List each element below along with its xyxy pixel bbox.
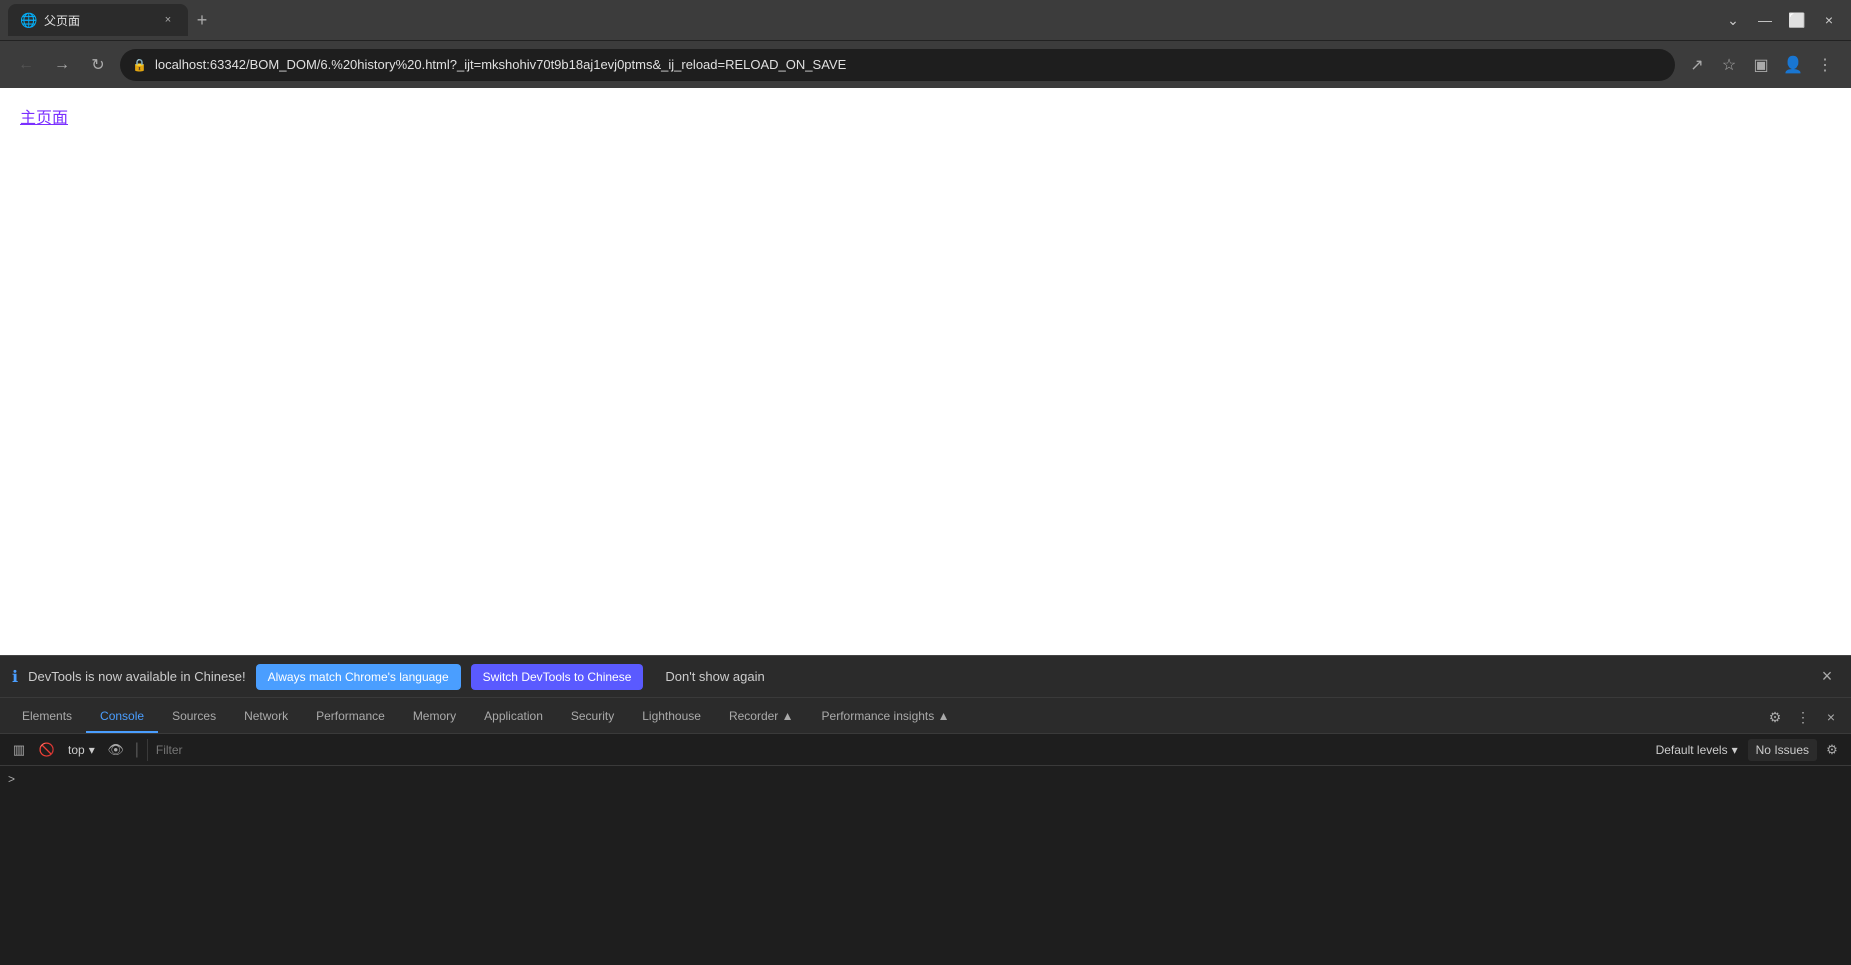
- tab-performance-insights[interactable]: Performance insights ▲: [808, 701, 964, 733]
- toolbar-actions: ↗ ☆ ▣ 👤 ⋮: [1683, 51, 1839, 79]
- console-output[interactable]: >: [0, 766, 1851, 965]
- no-issues-button[interactable]: No Issues: [1748, 739, 1817, 761]
- devtools-close-button[interactable]: ×: [1819, 705, 1843, 729]
- tab-memory[interactable]: Memory: [399, 701, 470, 733]
- notification-message: DevTools is now available in Chinese!: [28, 669, 246, 684]
- devtools-tab-actions: ⚙ ⋮ ×: [1763, 705, 1843, 733]
- back-button[interactable]: ←: [12, 51, 40, 79]
- dropdown-button[interactable]: ⌄: [1719, 6, 1747, 34]
- tab-close-button[interactable]: ×: [160, 12, 176, 28]
- forward-button[interactable]: →: [48, 51, 76, 79]
- console-context-selector[interactable]: top ▾: [64, 741, 99, 759]
- tab-sources[interactable]: Sources: [158, 701, 230, 733]
- browser-window: 🌐 父页面 × + ⌄ — ⬜ × ← → ↻ 🔒 localhost:6334…: [0, 0, 1851, 965]
- info-icon: ℹ: [12, 667, 18, 687]
- devtools-settings-button[interactable]: ⚙: [1763, 705, 1787, 729]
- page-main-link[interactable]: 主页面: [0, 88, 88, 144]
- dont-show-again-button[interactable]: Don't show again: [653, 664, 776, 690]
- window-controls: ⌄ — ⬜ ×: [1719, 6, 1843, 34]
- console-clear-button[interactable]: 🚫: [36, 739, 58, 761]
- profile-button[interactable]: 👤: [1779, 51, 1807, 79]
- console-eye-button[interactable]: 👁: [105, 739, 127, 761]
- tab-lighthouse[interactable]: Lighthouse: [628, 701, 715, 733]
- console-settings-button[interactable]: ⚙: [1821, 739, 1843, 761]
- minimize-button[interactable]: —: [1751, 6, 1779, 34]
- default-levels-label: Default levels: [1656, 743, 1728, 757]
- context-arrow-icon: ▾: [89, 743, 95, 757]
- close-button[interactable]: ×: [1815, 6, 1843, 34]
- url-display: localhost:63342/BOM_DOM/6.%20history%20.…: [155, 57, 1663, 72]
- console-sidebar-button[interactable]: ▥: [8, 739, 30, 761]
- maximize-button[interactable]: ⬜: [1783, 6, 1811, 34]
- reader-button[interactable]: ▣: [1747, 51, 1775, 79]
- levels-arrow-icon: ▾: [1732, 743, 1738, 757]
- tab-title: 父页面: [44, 12, 152, 29]
- devtools-tab-bar: Elements Console Sources Network Perform…: [0, 698, 1851, 734]
- console-toolbar: ▥ 🚫 top ▾ 👁 | Default levels ▾ No Issues…: [0, 734, 1851, 766]
- devtools-more-button[interactable]: ⋮: [1791, 705, 1815, 729]
- always-match-language-button[interactable]: Always match Chrome's language: [256, 664, 461, 690]
- switch-to-chinese-button[interactable]: Switch DevTools to Chinese: [471, 664, 644, 690]
- tab-favicon: 🌐: [20, 12, 36, 28]
- address-bar[interactable]: 🔒 localhost:63342/BOM_DOM/6.%20history%2…: [120, 49, 1675, 81]
- notification-banner: ℹ DevTools is now available in Chinese! …: [0, 656, 1851, 698]
- default-levels-button[interactable]: Default levels ▾: [1650, 741, 1744, 759]
- tab-security[interactable]: Security: [557, 701, 628, 733]
- bookmark-button[interactable]: ☆: [1715, 51, 1743, 79]
- active-tab[interactable]: 🌐 父页面 ×: [8, 4, 188, 36]
- tab-application[interactable]: Application: [470, 701, 557, 733]
- tab-strip: 🌐 父页面 × +: [8, 0, 1715, 40]
- tab-recorder[interactable]: Recorder ▲: [715, 701, 808, 733]
- tab-console[interactable]: Console: [86, 701, 158, 733]
- reload-button[interactable]: ↻: [84, 51, 112, 79]
- menu-button[interactable]: ⋮: [1811, 51, 1839, 79]
- tab-performance[interactable]: Performance: [302, 701, 399, 733]
- new-tab-button[interactable]: +: [188, 6, 216, 34]
- page-content: 主页面: [0, 88, 1851, 655]
- tab-elements[interactable]: Elements: [8, 701, 86, 733]
- console-divider: |: [135, 741, 139, 759]
- context-label: top: [68, 743, 85, 757]
- lock-icon: 🔒: [132, 58, 147, 72]
- devtools-panel: ℹ DevTools is now available in Chinese! …: [0, 655, 1851, 965]
- console-chevron-icon: >: [8, 772, 15, 786]
- tab-network[interactable]: Network: [230, 701, 302, 733]
- console-prompt-line: >: [0, 770, 1851, 788]
- title-bar: 🌐 父页面 × + ⌄ — ⬜ ×: [0, 0, 1851, 40]
- notification-close-button[interactable]: ×: [1815, 665, 1839, 689]
- console-filter-input[interactable]: [147, 739, 1644, 761]
- share-button[interactable]: ↗: [1683, 51, 1711, 79]
- browser-toolbar: ← → ↻ 🔒 localhost:63342/BOM_DOM/6.%20his…: [0, 40, 1851, 88]
- console-levels: Default levels ▾ No Issues ⚙: [1650, 739, 1843, 761]
